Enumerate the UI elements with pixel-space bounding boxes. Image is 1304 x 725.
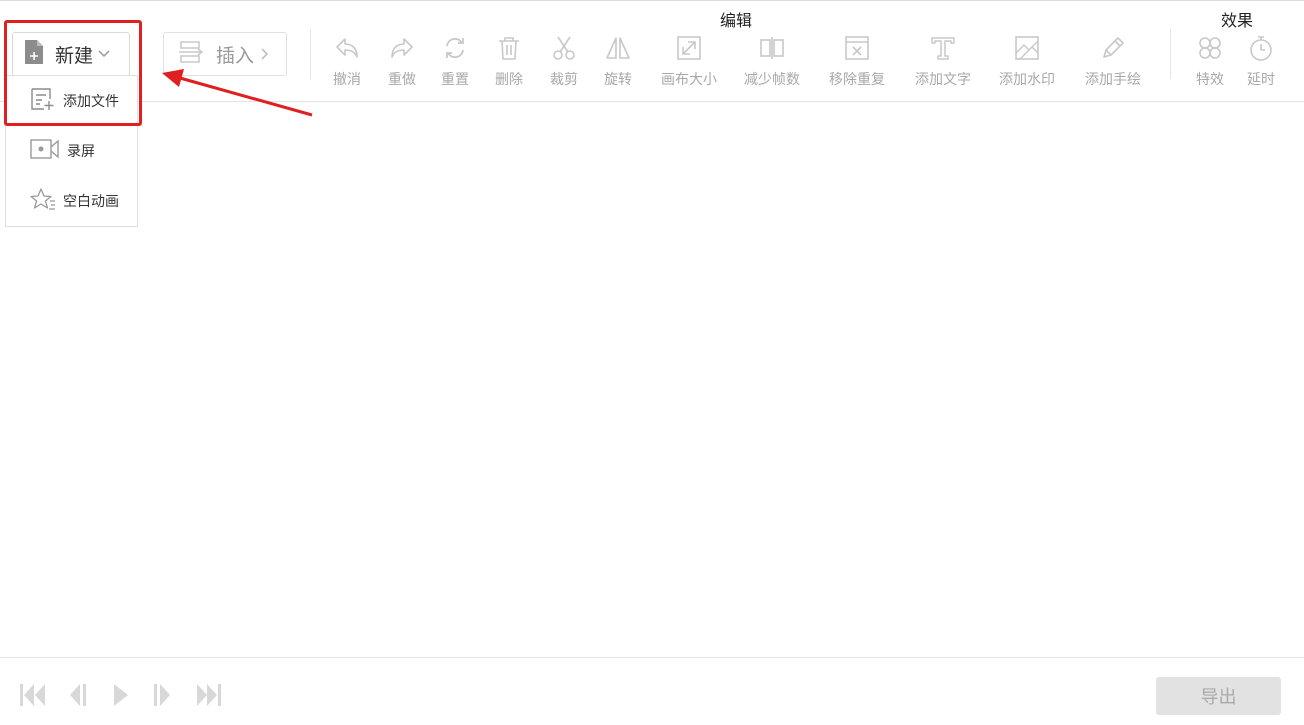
new-button[interactable]: 新建 [12,32,130,76]
delay-button[interactable]: 延时 [1247,34,1275,89]
crop-label: 裁剪 [550,72,578,88]
new-dropdown-menu: 添加文件 录屏 空白动画 [5,75,138,227]
rotate-label: 旋转 [604,72,632,88]
add-watermark-label: 添加水印 [999,72,1055,88]
effects-label: 特效 [1196,72,1224,88]
rotate-button[interactable]: 旋转 [604,34,632,89]
insert-button-label: 插入 [216,44,255,67]
undo-button[interactable]: 撤消 [333,34,361,89]
canvas-size-button[interactable]: 画布大小 [661,34,717,89]
menu-item-blank-animation[interactable]: 空白动画 [6,179,137,223]
reset-button[interactable]: 重置 [441,34,469,89]
star-icon [30,187,56,215]
remove-frame-icon [845,36,869,60]
effects-icon [1199,37,1221,59]
app-window: 编辑 效果 新建 插入 撤消 重做 重置 删除 裁剪 旋转 画布大小 减少帧数 … [0,0,1304,725]
reduce-frames-label: 减少帧数 [744,72,800,88]
add-text-label: 添加文字 [915,72,971,88]
new-button-label: 新建 [55,44,94,67]
add-drawing-button[interactable]: 添加手绘 [1085,34,1141,89]
effects-button[interactable]: 特效 [1196,34,1224,89]
last-frame-icon[interactable] [194,682,224,708]
crop-button[interactable]: 裁剪 [550,34,578,89]
add-file-icon [30,87,56,115]
pencil-icon [1103,37,1124,58]
menu-item-record-screen[interactable]: 录屏 [6,129,137,173]
canvas-size-label: 画布大小 [661,72,717,88]
group-label-effects: 效果 [1221,11,1254,30]
play-icon[interactable] [111,682,131,708]
delete-label: 删除 [495,72,523,88]
reset-icon [446,37,464,59]
add-drawing-label: 添加手绘 [1085,72,1141,88]
redo-button[interactable]: 重做 [388,34,416,89]
remove-duplicates-label: 移除重复 [829,72,885,88]
remove-duplicates-button[interactable]: 移除重复 [829,34,885,89]
undo-label: 撤消 [333,72,361,88]
delay-label: 延时 [1247,72,1275,88]
undo-icon [336,38,358,58]
new-file-icon [23,39,45,69]
toolbar-divider [310,29,311,79]
add-watermark-button[interactable]: 添加水印 [999,34,1055,89]
timer-icon [1250,36,1272,61]
video-camera-icon [30,137,60,165]
redo-label: 重做 [388,72,416,88]
playback-bar: 导出 [0,657,1304,725]
chevron-right-icon [260,47,270,61]
export-button[interactable]: 导出 [1156,677,1281,715]
menu-item-add-file[interactable]: 添加文件 [6,79,137,123]
scissors-icon [553,36,575,60]
insert-icon [178,39,206,69]
trash-icon [499,37,519,60]
chevron-down-icon [97,49,111,59]
menu-item-blank-animation-label: 空白动画 [63,194,119,210]
menu-item-record-screen-label: 录屏 [67,144,95,160]
reset-label: 重置 [441,72,469,88]
toolbar-divider-effects [1170,29,1171,79]
redo-icon [391,38,413,58]
frames-icon [760,37,784,59]
insert-button[interactable]: 插入 [163,32,287,76]
text-icon [931,37,955,60]
next-frame-icon[interactable] [151,682,175,708]
previous-frame-icon[interactable] [67,682,91,708]
first-frame-icon[interactable] [18,682,48,708]
watermark-icon [1015,36,1039,60]
menu-item-add-file-label: 添加文件 [63,94,119,110]
flip-icon [606,37,630,59]
delete-button[interactable]: 删除 [495,34,523,89]
add-text-button[interactable]: 添加文字 [915,34,971,89]
reduce-frames-button[interactable]: 减少帧数 [744,34,800,89]
toolbar: 编辑 效果 新建 插入 撤消 重做 重置 删除 裁剪 旋转 画布大小 减少帧数 … [0,0,1304,102]
resize-icon [677,36,701,60]
group-label-edit: 编辑 [720,11,753,30]
